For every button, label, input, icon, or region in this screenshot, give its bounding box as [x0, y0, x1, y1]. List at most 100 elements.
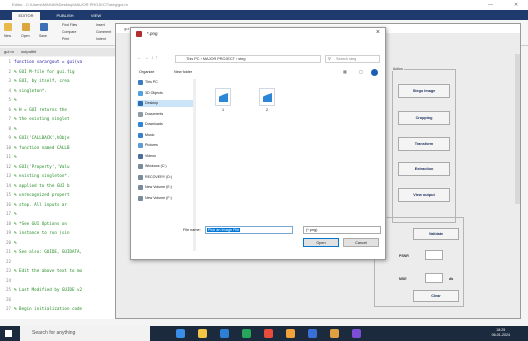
code-line[interactable]: %: [14, 211, 17, 216]
nav-item[interactable]: This PC: [137, 79, 193, 86]
address-bar[interactable]: This PC › MAJOR PROJECT › steg: [175, 55, 321, 63]
open-button[interactable]: Open: [21, 34, 30, 38]
nav-item[interactable]: Pictures: [137, 142, 193, 149]
nav-item[interactable]: 3D Objects: [137, 90, 193, 97]
tab-publish[interactable]: PUBLISH: [52, 12, 78, 20]
code-line[interactable]: % GUI, by itself, crea: [14, 78, 69, 83]
file-name: 1: [221, 108, 225, 112]
nav-scrollbar[interactable]: [193, 79, 196, 251]
clock[interactable]: 18:25 06-01-2024: [492, 328, 510, 338]
navigation-pane: This PC 3D Objects Desktop Documents Downloa…: [135, 79, 193, 251]
taskbar-app-icon[interactable]: [220, 329, 229, 338]
file-tab-outputbit[interactable]: outputbit: [21, 49, 36, 54]
path-segment[interactable]: This PC: [186, 57, 200, 61]
path-segment[interactable]: steg: [238, 57, 245, 61]
validate-button[interactable]: Validate: [413, 228, 459, 240]
compare-button[interactable]: Compare: [62, 30, 76, 34]
code-line[interactable]: %: [14, 126, 17, 131]
tab-editor[interactable]: EDITOR: [12, 12, 40, 20]
nav-item[interactable]: Desktop: [137, 100, 193, 107]
code-line[interactable]: % GUI('Property','Valu: [14, 164, 69, 169]
nav-item[interactable]: RECOVERY (D:): [137, 174, 193, 181]
transform-button[interactable]: Transform: [398, 137, 450, 151]
insert-button[interactable]: Insert: [96, 23, 105, 27]
code-line[interactable]: %: [14, 240, 17, 245]
code-line[interactable]: % applied to the GUI b: [14, 183, 69, 188]
taskbar-app-icon[interactable]: [286, 329, 295, 338]
line-number: 22: [5, 258, 11, 264]
nav-arrows-icon[interactable]: ←→↓↑: [137, 55, 160, 61]
path-segment[interactable]: MAJOR PROJECT: [203, 57, 235, 61]
code-line[interactable]: function varargout = gui(va: [14, 59, 82, 64]
mse-field[interactable]: [425, 273, 443, 283]
cropping-button[interactable]: Cropping: [398, 111, 450, 125]
extraction-button[interactable]: Extraction: [398, 162, 450, 176]
code-line[interactable]: % instance to run (sin: [14, 230, 69, 235]
taskbar-app-icon[interactable]: [330, 329, 339, 338]
nav-item[interactable]: New Volume (F:): [137, 195, 193, 202]
view-options-icon[interactable]: ▦: [343, 67, 347, 77]
line-number: 6: [8, 106, 11, 112]
file-item[interactable]: 1: [211, 88, 235, 112]
save-icon[interactable]: [40, 23, 48, 31]
nav-item[interactable]: Windows (C:): [137, 163, 193, 170]
code-line[interactable]: % Edit the above text to mo: [14, 268, 82, 273]
taskbar-app-icon[interactable]: [308, 329, 317, 338]
figure-scrollbar[interactable]: [515, 54, 520, 204]
windows-start-icon[interactable]: [5, 330, 12, 337]
file-item[interactable]: 2: [255, 88, 279, 112]
organize-button[interactable]: Organize: [139, 67, 154, 77]
code-line[interactable]: % GUI M-file for gui.fig: [14, 69, 75, 74]
close-icon[interactable]: ✕: [514, 0, 518, 10]
code-line[interactable]: %: [14, 97, 17, 102]
code-line[interactable]: % Last Modified by GUIDE v2: [14, 287, 82, 292]
code-line[interactable]: % unrecognized propert: [14, 192, 69, 197]
help-icon[interactable]: [371, 68, 378, 76]
taskbar-search[interactable]: Search for anything: [20, 326, 150, 341]
code-line[interactable]: % function named CALLB: [14, 145, 69, 150]
view-output-button[interactable]: View output: [398, 188, 450, 202]
code-line[interactable]: % stop. All inputs ar: [14, 202, 67, 207]
taskbar-app-icon[interactable]: [242, 329, 251, 338]
save-button[interactable]: Save: [39, 34, 47, 38]
close-icon[interactable]: ×: [376, 29, 380, 36]
search-input[interactable]: Search steg: [325, 55, 380, 63]
code-line[interactable]: % GUI('CALLBACK',hObje: [14, 135, 69, 140]
new-button[interactable]: New: [4, 34, 11, 38]
stego-image-button[interactable]: Stego Image: [398, 84, 450, 98]
file-tab-gui[interactable]: gui.m: [4, 49, 14, 54]
taskbar-app-icon[interactable]: [198, 329, 207, 338]
taskbar-app-icon[interactable]: [264, 329, 273, 338]
nav-item[interactable]: Videos: [137, 153, 193, 160]
new-folder-button[interactable]: New folder: [174, 67, 192, 77]
psnr-field[interactable]: [425, 250, 443, 260]
minimize-icon[interactable]: —: [488, 0, 493, 10]
open-icon[interactable]: [22, 23, 30, 31]
comment-button[interactable]: Comment: [96, 30, 111, 34]
tab-view[interactable]: VIEW: [86, 12, 106, 20]
nav-item[interactable]: Documents: [137, 111, 193, 118]
nav-item[interactable]: Music: [137, 132, 193, 139]
taskbar-app-icon[interactable]: [352, 329, 361, 338]
clear-button[interactable]: Clear: [413, 290, 459, 302]
code-line[interactable]: % Begin initialization code: [14, 306, 82, 311]
file-name-input[interactable]: Pick an Image File: [205, 226, 293, 234]
print-button[interactable]: Print: [62, 37, 69, 41]
indent-button[interactable]: Indent: [96, 37, 106, 41]
code-line[interactable]: %: [14, 154, 17, 159]
new-icon[interactable]: [4, 23, 12, 31]
nav-item[interactable]: New Volume (E:): [137, 184, 193, 191]
file-type-select[interactable]: (*.png): [303, 226, 381, 234]
code-line[interactable]: % existing singleton*.: [14, 173, 69, 178]
open-button[interactable]: Open: [303, 238, 339, 247]
find-files-button[interactable]: Find Files: [62, 23, 77, 27]
code-line[interactable]: % H = GUI returns the: [14, 107, 67, 112]
nav-item[interactable]: Downloads: [137, 121, 193, 128]
code-line[interactable]: % *See GUI Options on: [14, 221, 67, 226]
code-line[interactable]: % the existing singlet: [14, 116, 69, 121]
cancel-button[interactable]: Cancel: [343, 238, 379, 247]
code-line[interactable]: % See also: GUIDE, GUIDATA,: [14, 249, 82, 254]
taskbar-app-icon[interactable]: [176, 329, 185, 338]
code-line[interactable]: % singleton*.: [14, 88, 47, 93]
preview-pane-icon[interactable]: ▢: [359, 67, 363, 77]
